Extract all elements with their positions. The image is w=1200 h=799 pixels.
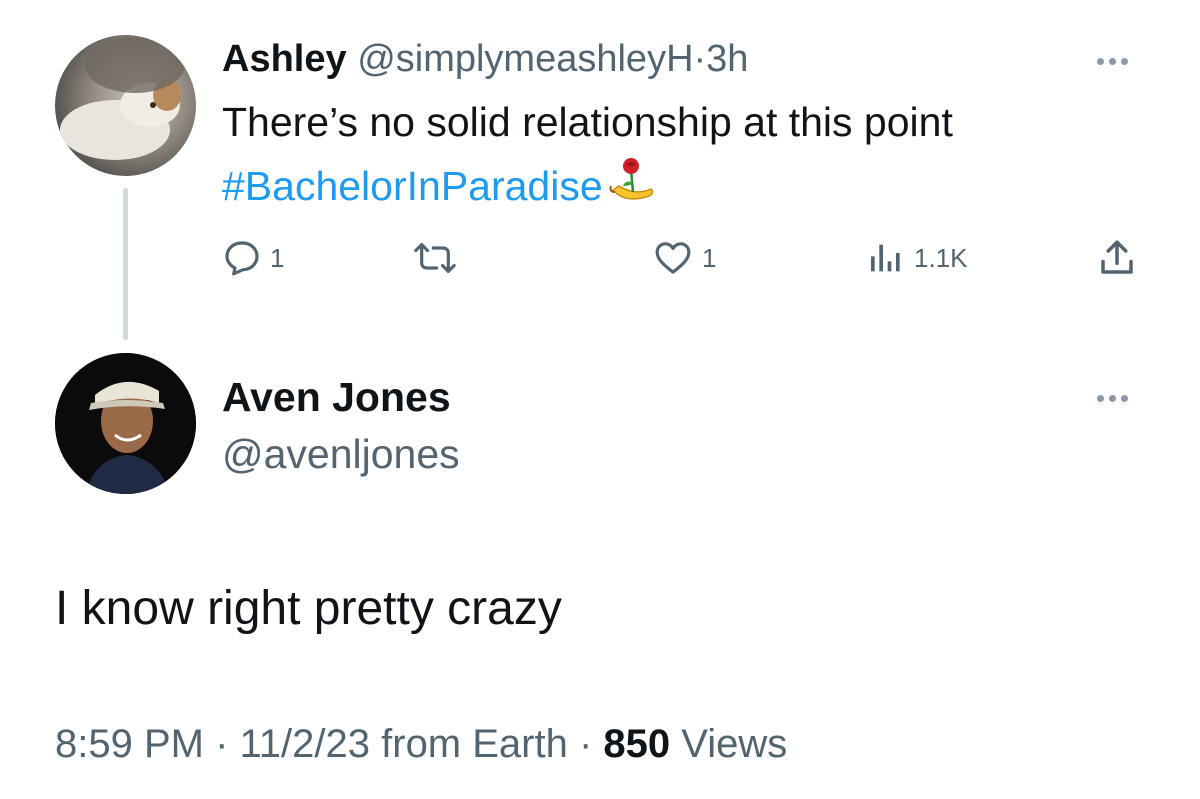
reply-icon (225, 241, 259, 276)
tweet-meta: 8:59 PM · 11/2/23 from Earth · 850 Views (55, 718, 787, 770)
separator: · (693, 38, 707, 80)
timestamp[interactable]: 3h (706, 38, 748, 80)
retweet-button[interactable] (413, 234, 465, 282)
dog-photo (60, 37, 185, 160)
thread-line (123, 188, 128, 340)
share-icon (1101, 240, 1133, 274)
person-photo (55, 353, 196, 494)
avatar[interactable] (55, 35, 196, 176)
hashtag-line: #BachelorInParadise (222, 156, 657, 212)
retweet-icon (414, 243, 456, 273)
timestamp-date[interactable]: 11/2/23 (240, 722, 371, 766)
author-name[interactable]: Ashley (222, 38, 347, 80)
parent-author-line: Ashley @simplymeashleyH·3h (222, 36, 748, 82)
author-handle[interactable]: @avenljones (222, 430, 460, 478)
separator: · (203, 722, 240, 766)
more-options-icon[interactable] (1097, 395, 1128, 402)
analytics-icon (871, 244, 900, 272)
reply-button[interactable]: 1 (222, 234, 284, 282)
views-count: 1.1K (914, 242, 968, 273)
separator: · (567, 722, 604, 766)
avatar[interactable] (55, 353, 196, 494)
tweet-text: I know right pretty crazy (55, 582, 562, 635)
like-button[interactable]: 1 (652, 234, 716, 282)
reply-count: 1 (270, 242, 285, 273)
views-count[interactable]: 850 (603, 722, 670, 766)
author-name[interactable]: Aven Jones (222, 373, 451, 421)
views-label: Views (670, 722, 788, 766)
like-count: 1 (702, 242, 717, 273)
more-options-icon[interactable] (1097, 58, 1128, 65)
views-button[interactable]: 1.1K (866, 234, 968, 282)
author-handle[interactable]: @simplymeashleyH (357, 38, 693, 80)
share-button[interactable] (1096, 234, 1138, 282)
tweet-text: There’s no solid relationship at this po… (222, 99, 953, 145)
heart-icon (655, 242, 691, 274)
hashtag-link[interactable]: #BachelorInParadise (222, 163, 603, 209)
timestamp-time[interactable]: 8:59 PM (55, 722, 204, 766)
rose-banana-emoji-icon (609, 158, 653, 200)
source-label: from Earth (370, 722, 568, 766)
